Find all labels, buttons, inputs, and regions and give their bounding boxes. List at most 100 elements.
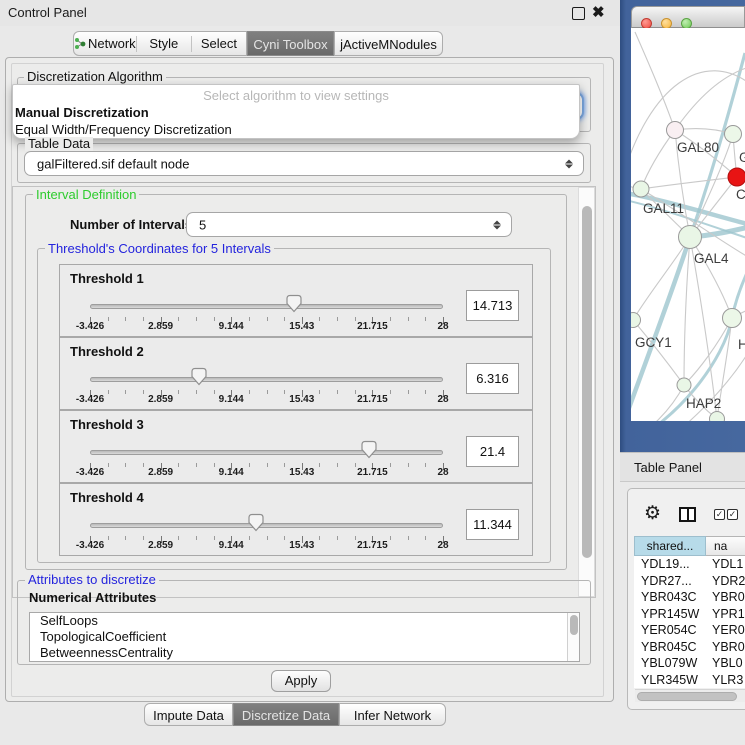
tab-network-label: Network	[88, 36, 136, 51]
tab-infer-network[interactable]: Infer Network	[339, 703, 446, 726]
tab-cyni-toolbox[interactable]: Cyni Toolbox	[247, 31, 334, 56]
tab-impute-data[interactable]: Impute Data	[144, 703, 233, 726]
slider-axis-label: 28	[416, 540, 470, 551]
checkbox-icon[interactable]: ✓	[714, 509, 725, 520]
slider-handle[interactable]	[360, 440, 378, 459]
tab-discretize-data[interactable]: Discretize Data	[233, 703, 339, 726]
dropdown-option-equal-width[interactable]: Equal Width/Frequency Discretization	[13, 121, 579, 138]
list-item[interactable]: BetweennessCentrality	[30, 645, 579, 661]
network-node[interactable]	[679, 226, 702, 249]
table-row[interactable]: YDL19... YDL1	[634, 556, 745, 573]
table-cell-shared[interactable]: YDL19...	[641, 557, 690, 571]
slider-handle[interactable]	[190, 367, 208, 386]
float-window-icon[interactable]	[572, 7, 585, 20]
table-cell-shared[interactable]: YPR145W	[641, 607, 699, 621]
slider-axis-label: 21.715	[345, 467, 399, 478]
gear-icon[interactable]: ⚙	[644, 502, 661, 525]
threshold-value-field[interactable]: 21.4	[466, 436, 519, 467]
slider-track[interactable]	[90, 304, 443, 309]
dropdown-option-manual[interactable]: Manual Discretization	[13, 104, 579, 121]
list-item[interactable]: TopologicalCoefficient	[30, 629, 579, 645]
table-cell-name[interactable]: YBL0	[712, 656, 743, 670]
threshold-panel: Threshold 2-3.4262.8599.14415.4321.71528…	[59, 337, 533, 410]
slider-tick	[337, 536, 338, 540]
network-edge	[641, 177, 737, 189]
network-node[interactable]	[633, 181, 649, 197]
threshold-value-field[interactable]: 6.316	[466, 363, 519, 394]
table-cell-name[interactable]: YBR0	[712, 640, 745, 654]
tab-jactivemnodules[interactable]: jActiveMNodules	[334, 31, 443, 56]
threshold-value-field[interactable]: 14.713	[466, 290, 519, 321]
horizontal-scrollbar-thumb[interactable]	[637, 692, 737, 701]
network-node[interactable]	[677, 378, 691, 392]
close-icon[interactable]: ✖	[592, 3, 605, 21]
network-node[interactable]	[725, 126, 742, 143]
slider-axis-label: 21.715	[345, 394, 399, 405]
network-edge	[631, 71, 745, 176]
table-row[interactable]: YBL079W YBL0	[634, 655, 745, 672]
slider-axis-label: 2.859	[134, 540, 188, 551]
threshold-panel: Threshold 3-3.4262.8599.14415.4321.71528…	[59, 410, 533, 483]
table-cell-name[interactable]: YBR0	[712, 590, 745, 604]
slider-tick	[196, 536, 197, 540]
tab-style[interactable]: Style	[137, 36, 191, 51]
table-cell-shared[interactable]: YBR045C	[641, 640, 697, 654]
network-node[interactable]	[723, 309, 742, 328]
table-row[interactable]: YER054C YER0	[634, 622, 745, 639]
list-scrollbar-thumb[interactable]	[570, 615, 578, 635]
tab-network[interactable]: Network	[74, 36, 136, 51]
threshold-panel: Threshold 4-3.4262.8599.14415.4321.71528…	[59, 483, 533, 556]
column-header-shared[interactable]: shared...	[634, 536, 706, 556]
horizontal-scrollbar[interactable]	[635, 689, 745, 702]
table-cell-name[interactable]: YER0	[712, 623, 745, 637]
table-cell-shared[interactable]: YDR27...	[641, 574, 692, 588]
table-data-combobox[interactable]: galFiltered.sif default node	[24, 151, 584, 176]
table-row[interactable]: YBR043C YBR0	[634, 589, 745, 606]
apply-button[interactable]: Apply	[271, 670, 331, 692]
list-scrollbar[interactable]	[567, 613, 579, 661]
table-cell-name[interactable]: YPR1	[712, 607, 745, 621]
slider-track[interactable]	[90, 523, 443, 528]
list-item[interactable]: SelfLoops	[30, 613, 579, 629]
slider-tick	[408, 536, 409, 540]
slider-tick	[337, 463, 338, 467]
network-node[interactable]	[667, 122, 684, 139]
table-cell-name[interactable]: YDL1	[712, 557, 743, 571]
table-row[interactable]: YPR145W YPR1	[634, 606, 745, 623]
slider-track[interactable]	[90, 450, 443, 455]
slider-handle[interactable]	[247, 513, 265, 532]
network-node[interactable]	[728, 168, 745, 186]
split-columns-icon[interactable]	[679, 507, 696, 522]
checkbox-icon[interactable]: ✓	[727, 509, 738, 520]
slider-axis-label: 2.859	[134, 321, 188, 332]
table-cell-shared[interactable]: YBL079W	[641, 656, 697, 670]
numerical-attributes-label: Numerical Attributes	[29, 590, 156, 605]
vertical-scrollbar-thumb[interactable]	[582, 206, 592, 558]
network-node[interactable]	[710, 412, 725, 422]
threshold-value-field[interactable]: 11.344	[466, 509, 519, 540]
network-node-label: C	[736, 187, 745, 202]
slider-track[interactable]	[90, 377, 443, 382]
slider-tick	[408, 317, 409, 321]
network-edge	[675, 66, 745, 130]
number-of-intervals-combobox[interactable]: 5	[186, 212, 512, 237]
table-row[interactable]: YBR045C YBR0	[634, 639, 745, 656]
table-cell-name[interactable]: YLR3	[712, 673, 743, 687]
vertical-scrollbar[interactable]	[578, 187, 595, 597]
slider-tick	[337, 317, 338, 321]
network-canvas[interactable]: GAL80GACGAL11GAL4GCY1HHAP2	[631, 28, 745, 421]
network-node[interactable]	[631, 313, 641, 328]
slider-axis-label: 21.715	[345, 321, 399, 332]
discretization-algorithm-label: Discretization Algorithm	[24, 70, 166, 84]
table-cell-name[interactable]: YDR2	[712, 574, 745, 588]
table-cell-shared[interactable]: YBR043C	[641, 590, 697, 604]
network-window-titlebar[interactable]	[631, 6, 745, 28]
table-row[interactable]: YDR27... YDR2	[634, 573, 745, 590]
slider-handle[interactable]	[285, 294, 303, 313]
network-edge	[690, 237, 732, 318]
table-cell-shared[interactable]: YER054C	[641, 623, 697, 637]
table-row[interactable]: YLR345W YLR3	[634, 672, 745, 689]
table-cell-shared[interactable]: YLR345W	[641, 673, 698, 687]
column-header-name[interactable]: na	[706, 536, 745, 556]
tab-select[interactable]: Select	[192, 36, 246, 51]
